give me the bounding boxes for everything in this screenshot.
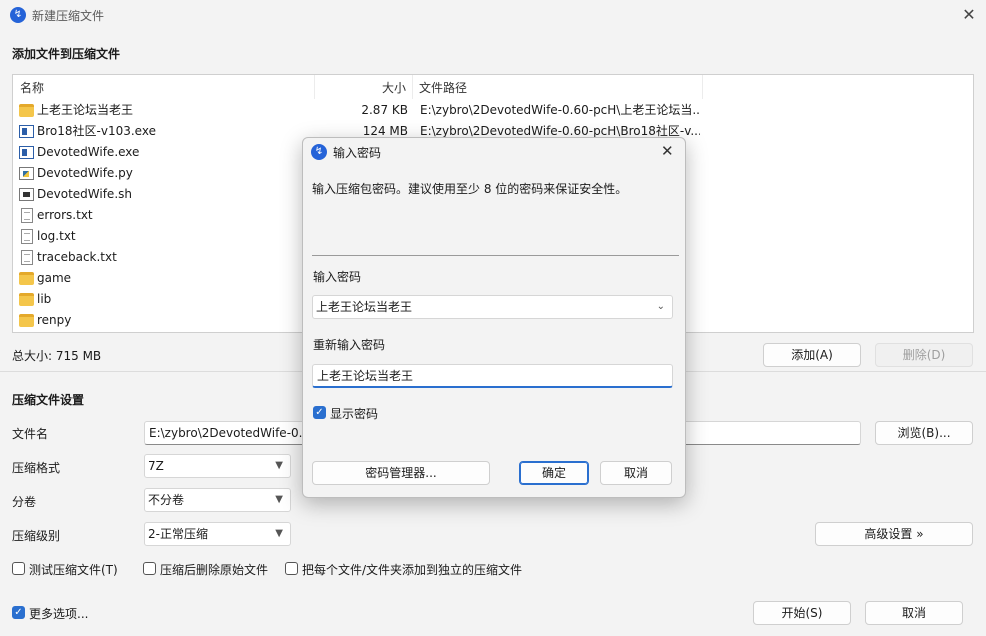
file-list-header: 名称 大小 文件路径 xyxy=(13,75,973,99)
chevron-down-icon[interactable]: ⌄ xyxy=(657,296,665,318)
file-name: log.txt xyxy=(37,229,76,243)
text-file-icon xyxy=(21,250,33,265)
password-value: 上老王论坛当老王 xyxy=(316,300,413,314)
dialog-app-icon: ↯ xyxy=(311,144,327,160)
file-size: 2.87 KB xyxy=(361,103,408,117)
folder-icon xyxy=(19,314,34,327)
file-name: DevotedWife.exe xyxy=(37,145,140,159)
column-name-header[interactable]: 名称 xyxy=(13,75,315,99)
filename-label: 文件名 xyxy=(12,427,49,441)
app-icon: ↯ xyxy=(10,7,26,23)
cancel-button[interactable]: 取消 xyxy=(865,601,963,625)
column-size-header[interactable]: 大小 xyxy=(315,75,413,99)
chevron-down-icon: ▼ xyxy=(275,494,283,505)
file-path: E:\zybro\2DevotedWife-0.60-pcH\上老王论坛当... xyxy=(420,103,700,117)
window-close-icon[interactable]: ✕ xyxy=(958,4,980,26)
dialog-close-icon[interactable]: ✕ xyxy=(661,142,674,160)
reenter-password-label: 重新输入密码 xyxy=(313,338,386,352)
total-size-label: 总大小: 715 MB xyxy=(12,349,102,363)
add-button[interactable]: 添加(A) xyxy=(763,343,861,367)
dialog-title: 输入密码 xyxy=(333,146,382,160)
start-button[interactable]: 开始(S) xyxy=(753,601,851,625)
volume-label: 分卷 xyxy=(12,495,37,509)
delete-after-label[interactable]: 压缩后删除原始文件 xyxy=(160,561,268,578)
test-archive-label[interactable]: 测试压缩文件(T) xyxy=(29,561,118,578)
level-value: 2-正常压缩 xyxy=(148,527,208,541)
test-archive-checkbox[interactable] xyxy=(12,562,25,575)
file-name: renpy xyxy=(37,313,72,327)
window-title: 新建压缩文件 xyxy=(32,9,105,23)
show-password-label[interactable]: 显示密码 xyxy=(330,405,378,422)
title-bar: ↯ 新建压缩文件 ✕ xyxy=(0,0,986,30)
folder-icon xyxy=(19,272,34,285)
dialog-description: 输入压缩包密码。建议使用至少 8 位的密码来保证安全性。 xyxy=(312,182,628,196)
delete-after-checkbox[interactable] xyxy=(143,562,156,575)
exe-icon xyxy=(19,146,34,159)
volume-select[interactable]: 不分卷 ▼ xyxy=(144,488,291,512)
reenter-password-input[interactable]: 上老王论坛当老王 xyxy=(312,364,673,388)
column-path-header[interactable]: 文件路径 xyxy=(413,75,703,99)
file-name: DevotedWife.py xyxy=(37,166,133,180)
file-name: DevotedWife.sh xyxy=(37,187,132,201)
level-select[interactable]: 2-正常压缩 ▼ xyxy=(144,522,291,546)
format-label: 压缩格式 xyxy=(12,461,61,475)
chevron-down-icon: ▼ xyxy=(275,528,283,539)
exe-icon xyxy=(19,125,34,138)
shell-script-icon xyxy=(19,188,34,201)
separate-archives-checkbox[interactable] xyxy=(285,562,298,575)
more-options-label[interactable]: 更多选项... xyxy=(29,605,88,622)
ok-button[interactable]: 确定 xyxy=(519,461,589,485)
volume-value: 不分卷 xyxy=(148,493,185,507)
folder-icon xyxy=(19,293,34,306)
file-name: Bro18社区-v103.exe xyxy=(37,124,156,138)
delete-button[interactable]: 删除(D) xyxy=(875,343,973,367)
python-file-icon xyxy=(19,167,34,180)
dialog-cancel-button[interactable]: 取消 xyxy=(600,461,672,485)
more-options-checkbox[interactable]: ✓ xyxy=(12,606,25,619)
file-row[interactable]: 上老王论坛当老王 2.87 KB E:\zybro\2DevotedWife-0.6… xyxy=(13,100,973,121)
file-name: lib xyxy=(37,292,52,306)
separate-archives-label[interactable]: 把每个文件/文件夹添加到独立的压缩文件 xyxy=(302,561,522,578)
folder-icon xyxy=(19,104,34,117)
browse-button[interactable]: 浏览(B)... xyxy=(875,421,973,445)
dialog-divider xyxy=(312,255,679,256)
password-manager-button[interactable]: 密码管理器... xyxy=(312,461,490,485)
file-name: traceback.txt xyxy=(37,250,117,264)
format-select[interactable]: 7Z ▼ xyxy=(144,454,291,478)
format-value: 7Z xyxy=(148,459,164,473)
advanced-settings-button[interactable]: 高级设置 » xyxy=(815,522,973,546)
file-name: errors.txt xyxy=(37,208,93,222)
text-file-icon xyxy=(21,229,33,244)
settings-heading: 压缩文件设置 xyxy=(12,393,85,407)
chevron-down-icon: ▼ xyxy=(275,460,283,471)
level-label: 压缩级别 xyxy=(12,529,61,543)
password-label: 输入密码 xyxy=(313,270,362,284)
file-name: 上老王论坛当老王 xyxy=(37,103,134,117)
file-name: game xyxy=(37,271,72,285)
add-files-heading: 添加文件到压缩文件 xyxy=(12,47,121,61)
text-file-icon xyxy=(21,208,33,223)
password-input[interactable]: 上老王论坛当老王 ⌄ xyxy=(312,295,673,319)
password-dialog: ↯ 输入密码 ✕ 输入压缩包密码。建议使用至少 8 位的密码来保证安全性。 输入… xyxy=(302,137,686,498)
show-password-checkbox[interactable]: ✓ xyxy=(313,406,326,419)
